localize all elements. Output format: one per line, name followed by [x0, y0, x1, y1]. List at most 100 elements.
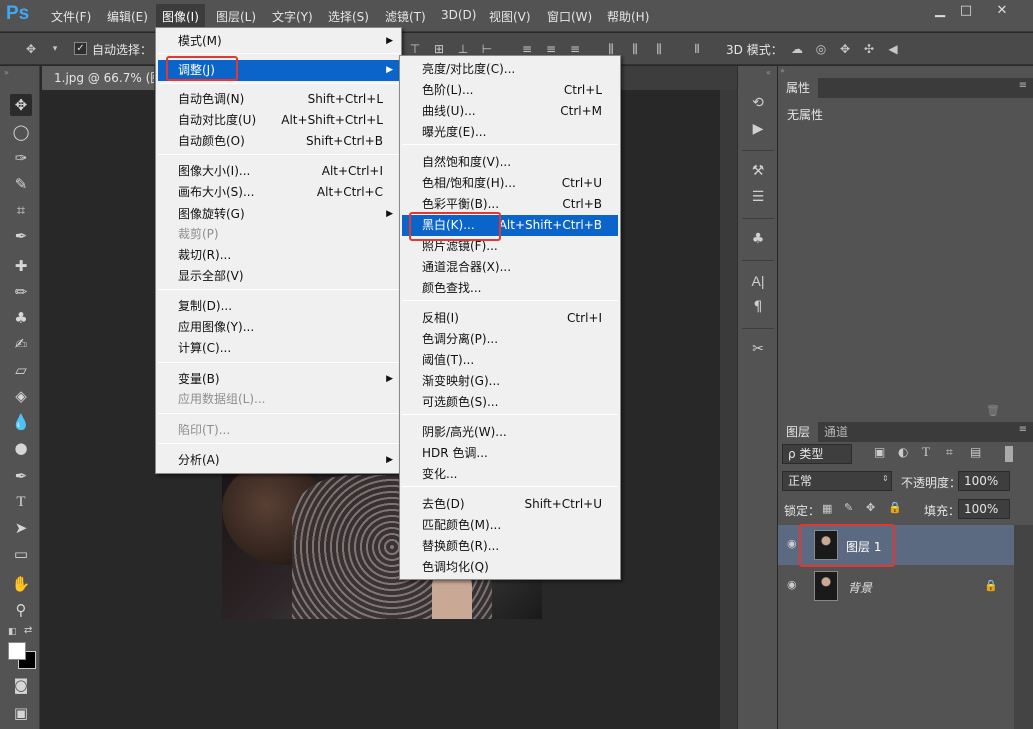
menu-3d[interactable]: 3D(D): [441, 8, 476, 22]
foreground-color-swatch[interactable]: [8, 642, 26, 660]
menu-help[interactable]: 帮助(H): [607, 8, 649, 25]
image-menu-item[interactable]: 陷印(T)...: [158, 420, 399, 441]
adjust-menu-item[interactable]: 色阶(L)... Ctrl+L: [402, 80, 618, 101]
image-menu-item[interactable]: 图像大小(I)... Alt+Ctrl+I: [158, 161, 399, 182]
image-menu-item[interactable]: 自动对比度(U) Alt+Shift+Ctrl+L: [158, 110, 399, 131]
image-menu-item[interactable]: 自动色调(N) Shift+Ctrl+L: [158, 89, 399, 110]
layer-row-background[interactable]: ◉ 背景 🔒: [778, 566, 1014, 606]
type-tool-icon[interactable]: T: [10, 491, 32, 513]
filter-type-icon[interactable]: T: [922, 444, 930, 460]
auto-align-icon[interactable]: ⫴: [690, 42, 704, 56]
image-menu-item[interactable]: 裁切(R)...: [158, 245, 399, 266]
tool-presets-icon[interactable]: ✂: [746, 338, 770, 360]
maximize-icon[interactable]: □: [952, 2, 980, 20]
lock-all-icon[interactable]: 🔒: [888, 501, 902, 514]
adjust-menu-item[interactable]: 去色(D) Shift+Ctrl+U: [402, 494, 618, 515]
image-menu-item[interactable]: 复制(D)...: [158, 296, 399, 317]
adjust-menu-item[interactable]: 变化...: [402, 464, 618, 485]
distribute-vcenter-icon[interactable]: ≡: [544, 42, 558, 56]
adjust-menu-item[interactable]: 匹配颜色(M)...: [402, 515, 618, 536]
brush-presets-icon[interactable]: ⚒: [746, 160, 770, 182]
adjust-menu-item[interactable]: 色调均化(Q): [402, 557, 618, 578]
adjust-menu-item[interactable]: 渐变映射(G)...: [402, 371, 618, 392]
visibility-eye-icon[interactable]: ◉: [787, 537, 797, 550]
3d-rotate-icon[interactable]: ☁: [790, 42, 804, 56]
document-tab[interactable]: 1.jpg @ 66.7% (图: [42, 66, 154, 90]
filter-shape-icon[interactable]: ⌗: [946, 445, 953, 460]
menu-file[interactable]: 文件(F): [51, 8, 91, 25]
align-top-icon[interactable]: ⊤: [408, 42, 422, 56]
dodge-tool-icon[interactable]: ●: [10, 437, 32, 459]
default-colors-icon[interactable]: ◧: [8, 627, 17, 637]
swap-colors-icon[interactable]: ⇄: [24, 625, 32, 636]
actions-play-icon[interactable]: ▶: [746, 118, 770, 140]
chevron-down-icon[interactable]: ▾: [48, 42, 62, 56]
adjust-menu-item[interactable]: 阴影/高光(W)...: [402, 422, 618, 443]
align-vcenter-icon[interactable]: ⊞: [432, 42, 446, 56]
distribute-bottom-icon[interactable]: ≡: [568, 42, 582, 56]
lock-position-icon[interactable]: ✥: [866, 501, 875, 514]
clone-stamp-tool-icon[interactable]: ♣: [10, 307, 32, 329]
blur-tool-icon[interactable]: 💧: [10, 411, 32, 433]
3d-roll-icon[interactable]: ◎: [814, 42, 828, 56]
clone-source-icon[interactable]: ♣: [746, 228, 770, 250]
layers-menu-icon[interactable]: ≡: [1019, 424, 1027, 435]
menu-select[interactable]: 选择(S): [328, 8, 369, 25]
quick-select-tool-icon[interactable]: ✎: [10, 173, 32, 195]
blend-mode-select[interactable]: 正常: [782, 471, 892, 491]
quick-mask-icon[interactable]: ◙: [10, 674, 32, 696]
distribute-right-icon[interactable]: ⫼: [652, 42, 666, 56]
fill-input[interactable]: 100%: [958, 499, 1010, 519]
image-menu-item[interactable]: 计算(C)...: [158, 338, 399, 359]
adjust-menu-item[interactable]: 曝光度(E)...: [402, 122, 618, 143]
filter-pixel-icon[interactable]: ▣: [874, 445, 885, 459]
rectangle-tool-icon[interactable]: ▭: [10, 543, 32, 565]
adjust-menu-item[interactable]: 曲线(U)... Ctrl+M: [402, 101, 618, 122]
paint-bucket-tool-icon[interactable]: ◈: [10, 385, 32, 407]
path-select-tool-icon[interactable]: ➤: [10, 517, 32, 539]
canvas-scrollbar[interactable]: [720, 90, 737, 729]
panel-menu-icon[interactable]: ≡: [1019, 80, 1027, 91]
image-menu-item[interactable]: 变量(B) ▶: [158, 369, 399, 390]
crop-tool-icon[interactable]: ⌗: [10, 199, 32, 221]
close-icon[interactable]: ✕: [988, 2, 1016, 20]
paragraph-icon[interactable]: ¶: [746, 296, 770, 318]
minimize-icon[interactable]: ▁: [926, 2, 954, 20]
auto-select-checkbox[interactable]: ✓: [74, 42, 87, 55]
tab-properties[interactable]: 属性: [778, 78, 819, 98]
screen-mode-icon[interactable]: ▣: [10, 702, 32, 724]
3d-pan-icon[interactable]: ✥: [838, 42, 852, 56]
adjust-menu-item[interactable]: 亮度/对比度(C)...: [402, 59, 618, 80]
brush-tool-icon[interactable]: ✏: [10, 281, 32, 303]
lasso-tool-icon[interactable]: ✑: [10, 147, 32, 169]
align-bottom-icon[interactable]: ⊥: [456, 42, 470, 56]
tab-layers[interactable]: 图层: [778, 422, 819, 442]
history-brush-tool-icon[interactable]: ✍: [10, 333, 32, 355]
adjust-menu-item[interactable]: 颜色查找...: [402, 278, 618, 299]
adjust-menu-item[interactable]: 自然饱和度(V)...: [402, 152, 618, 173]
collapse-icon[interactable]: »: [4, 68, 9, 77]
3d-slide-icon[interactable]: ✣: [862, 42, 876, 56]
adjust-menu-item[interactable]: 反相(I) Ctrl+I: [402, 308, 618, 329]
eraser-tool-icon[interactable]: ▱: [10, 359, 32, 381]
distribute-left-icon[interactable]: ⫼: [604, 42, 618, 56]
adjust-menu-item[interactable]: 色相/饱和度(H)... Ctrl+U: [402, 173, 618, 194]
hand-tool-icon[interactable]: ✋: [10, 573, 32, 595]
image-menu-item[interactable]: 模式(M) ▶: [158, 31, 399, 52]
filter-smart-icon[interactable]: ▤: [970, 445, 981, 459]
distribute-hcenter-icon[interactable]: ⫼: [628, 42, 642, 56]
layer-kind-filter[interactable]: ρ 类型: [782, 444, 852, 464]
marquee-tool-icon[interactable]: ◯: [10, 121, 32, 143]
image-menu-item[interactable]: 分析(A) ▶: [158, 450, 399, 471]
layer-name[interactable]: 背景: [848, 579, 872, 596]
panel-collapse-icon[interactable]: »: [778, 66, 785, 75]
menu-filter[interactable]: 滤镜(T): [385, 8, 426, 25]
image-menu-item[interactable]: 应用图像(Y)...: [158, 317, 399, 338]
image-menu-item[interactable]: 裁剪(P): [158, 224, 399, 245]
adjust-menu-item[interactable]: 色调分离(P)...: [402, 329, 618, 350]
adjust-menu-item[interactable]: 可选颜色(S)...: [402, 392, 618, 413]
healing-brush-tool-icon[interactable]: ✚: [10, 255, 32, 277]
adjust-menu-item[interactable]: 通道混合器(X)...: [402, 257, 618, 278]
expand-icon[interactable]: «: [766, 68, 771, 77]
menu-window[interactable]: 窗口(W): [547, 8, 592, 25]
